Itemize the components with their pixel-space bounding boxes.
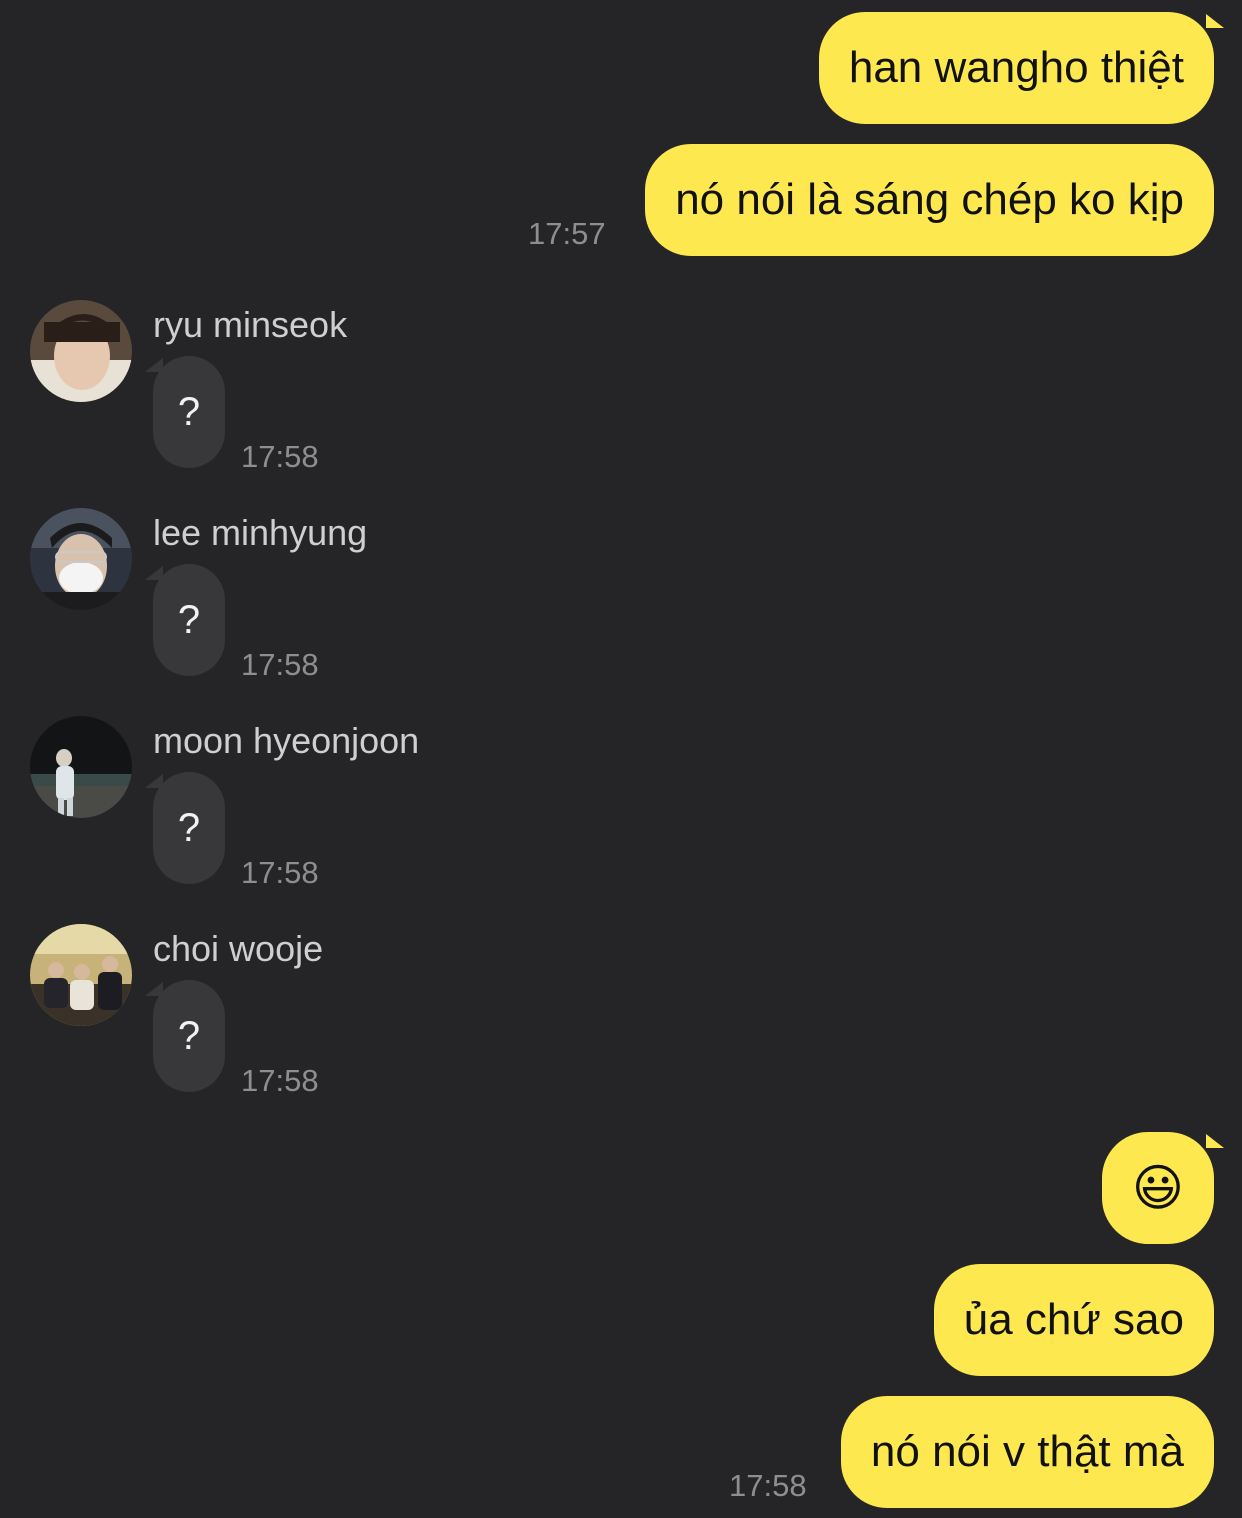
sender-name: ryu minseok — [153, 304, 348, 345]
avatar[interactable] — [30, 716, 132, 818]
outgoing-message[interactable]: ủa chứ sao — [933, 1264, 1214, 1376]
incoming-message[interactable]: ? — [153, 356, 225, 468]
avatar-photo — [30, 924, 132, 1026]
outgoing-message[interactable]: nó nói là sáng chép ko kịp — [645, 144, 1214, 256]
incoming-message[interactable]: ? — [153, 564, 225, 676]
sender-name: lee minhyung — [153, 512, 368, 553]
avatar[interactable] — [30, 924, 132, 1026]
sender-name: choi wooje — [153, 928, 324, 969]
timestamp: 17:58 — [241, 855, 319, 890]
outgoing-emoji-message[interactable]: 😃 — [1101, 1132, 1214, 1244]
avatar-photo — [30, 300, 132, 402]
timestamp: 17:58 — [241, 1063, 319, 1098]
avatar[interactable] — [30, 508, 132, 610]
avatar-photo — [30, 508, 132, 610]
outgoing-message[interactable]: han wangho thiệt — [818, 12, 1214, 124]
incoming-message[interactable]: ? — [153, 772, 225, 884]
bubble-tail — [1206, 14, 1224, 28]
incoming-message[interactable]: ? — [153, 980, 225, 1092]
outgoing-message[interactable]: nó nói v thật mà — [840, 1396, 1214, 1508]
timestamp: 17:57 — [528, 216, 606, 251]
timestamp: 17:58 — [241, 439, 319, 474]
avatar-photo — [30, 716, 132, 818]
timestamp: 17:58 — [729, 1468, 807, 1503]
sender-name: moon hyeonjoon — [153, 720, 420, 761]
timestamp: 17:58 — [241, 647, 319, 682]
bubble-tail — [1206, 1134, 1224, 1148]
avatar[interactable] — [30, 300, 132, 402]
